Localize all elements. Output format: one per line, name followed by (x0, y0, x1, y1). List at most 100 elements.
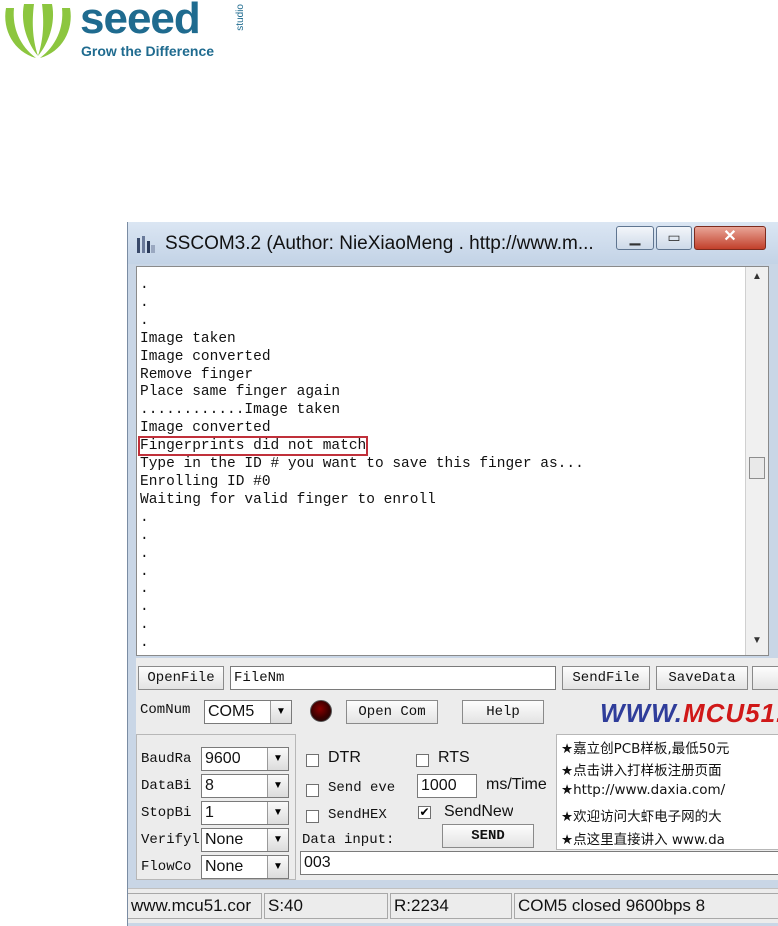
seeed-logo: seeed studio Grow the Difference (0, 0, 260, 64)
output-line: . (140, 294, 149, 311)
status-url[interactable]: www.mcu51.cor (128, 893, 262, 919)
scroll-thumb[interactable] (749, 457, 765, 479)
baud-label: BaudRa (141, 751, 192, 767)
flow-select[interactable]: None ▼ (201, 855, 289, 879)
verify-value: None (205, 831, 244, 848)
openfile-button[interactable]: OpenFile (138, 666, 224, 690)
filename-input[interactable]: FileNm (230, 666, 556, 690)
comnum-label: ComNum (140, 702, 191, 718)
baud-select[interactable]: 9600 ▼ (201, 747, 289, 771)
flow-label: FlowCo (141, 859, 192, 875)
ad-link[interactable]: ★点这里直接讲入 www.da (561, 828, 725, 848)
output-line: Type in the ID # you want to save this f… (140, 456, 584, 473)
logo-tagline: Grow the Difference (81, 43, 215, 59)
data-input-field[interactable]: 003 (300, 851, 778, 875)
output-line: . (140, 545, 149, 562)
ms-per-time-label: ms/Time (486, 776, 547, 793)
ad-link[interactable]: ★http://www.daxia.com/ (561, 782, 725, 798)
verify-label: Verifyl (141, 832, 200, 848)
chevron-down-icon[interactable]: ▼ (270, 701, 291, 723)
dtr-checkbox[interactable] (306, 754, 319, 767)
close-icon: ✕ (723, 228, 737, 245)
sendhex-label: SendHEX (328, 807, 387, 823)
chevron-down-icon[interactable]: ▼ (267, 856, 288, 878)
status-received-count: R:2234 (390, 893, 512, 919)
sendfile-button[interactable]: SendFile (562, 666, 650, 690)
port-status-led-icon (310, 700, 332, 722)
output-line: Image converted (140, 348, 271, 365)
app-icon (137, 236, 155, 253)
chevron-down-icon[interactable]: ▼ (267, 802, 288, 824)
output-line: . (140, 581, 149, 598)
output-line: ............Image taken (140, 402, 341, 419)
output-line: Fingerprints did not match (137, 436, 584, 457)
help-button[interactable]: Help (462, 700, 544, 724)
comnum-value: COM5 (208, 703, 255, 720)
flow-value: None (205, 858, 244, 875)
output-line: Waiting for valid finger to enroll (140, 491, 436, 508)
logo-studio-text: studio (235, 4, 246, 31)
scroll-up-icon[interactable]: ▲ (746, 271, 768, 289)
send-button[interactable]: SEND (442, 824, 534, 848)
chevron-down-icon[interactable]: ▼ (267, 748, 288, 770)
output-line: . (140, 312, 149, 329)
output-line: . (140, 277, 149, 293)
status-bar: www.mcu51.cor S:40 R:2234 COM5 closed 96… (128, 888, 778, 923)
sendnew-checkbox[interactable]: ✔ (418, 806, 431, 819)
ad-link[interactable]: ★点击讲入打样板注册页面 (561, 759, 722, 779)
mcu51-banner[interactable]: WWW.MCU51. (600, 698, 778, 729)
banner-mcu: MCU51. (682, 698, 778, 728)
verify-select[interactable]: None ▼ (201, 828, 289, 852)
scroll-down-icon[interactable]: ▼ (746, 635, 768, 653)
extra-button[interactable] (752, 666, 778, 690)
stopbits-select[interactable]: 1 ▼ (201, 801, 289, 825)
send-every-checkbox[interactable] (306, 784, 319, 797)
title-bar[interactable]: SSCOM3.2 (Author: NieXiaoMeng . http://w… (128, 222, 778, 264)
output-line: Place same finger again (140, 384, 341, 401)
ad-link[interactable]: ★欢迎访问大虾电子网的大 (561, 805, 722, 825)
output-scrollbar[interactable]: ▲ ▼ (745, 267, 768, 655)
output-text: ... Image taken Image converted Remove fing… (137, 277, 584, 653)
ad-link[interactable]: ★嘉立创PCB样板,最低50元 (561, 737, 729, 757)
output-line: Enrolling ID #0 (140, 473, 271, 490)
logo-wordmark: seeed (80, 0, 201, 43)
maximize-icon: ▭ (667, 229, 681, 245)
ad-links-panel: ★嘉立创PCB样板,最低50元 ★点击讲入打样板注册页面 ★http://www… (556, 734, 778, 850)
send-interval-input[interactable]: 1000 (417, 774, 477, 798)
stopbits-label: StopBi (141, 805, 192, 821)
baud-value: 9600 (205, 750, 241, 767)
comnum-select[interactable]: COM5 ▼ (204, 700, 292, 724)
chevron-down-icon[interactable]: ▼ (267, 829, 288, 851)
stopbits-value: 1 (205, 804, 214, 821)
window-title: SSCOM3.2 (Author: NieXiaoMeng . http://w… (165, 233, 594, 254)
receive-output-area[interactable]: ... Image taken Image converted Remove fing… (136, 266, 769, 656)
rts-label: RTS (438, 749, 470, 766)
check-icon: ✔ (419, 805, 430, 819)
status-sent-count: S:40 (264, 893, 388, 919)
sscom-window: SSCOM3.2 (Author: NieXiaoMeng . http://w… (127, 222, 778, 926)
minimize-button[interactable]: ▁ (616, 226, 654, 250)
status-port-state: COM5 closed 9600bps 8 (514, 893, 778, 919)
sendhex-checkbox[interactable] (306, 810, 319, 823)
savedata-button[interactable]: SaveData (656, 666, 748, 690)
control-panel: OpenFile FileNm SendFile SaveData ComNum… (136, 658, 778, 880)
maximize-button[interactable]: ▭ (656, 226, 692, 250)
open-com-button[interactable]: Open Com (346, 700, 438, 724)
databits-select[interactable]: 8 ▼ (201, 774, 289, 798)
close-button[interactable]: ✕ (694, 226, 766, 250)
output-line: . (140, 617, 149, 634)
rts-checkbox[interactable] (416, 754, 429, 767)
output-line: . (140, 635, 149, 652)
serial-settings-group: BaudRa 9600 ▼ DataBi 8 ▼ StopBi 1 ▼ Veri… (136, 734, 296, 880)
highlighted-message: Fingerprints did not match (137, 436, 369, 457)
seeed-leaf-icon (5, 4, 71, 58)
dtr-label: DTR (328, 749, 361, 766)
output-line: Remove finger (140, 366, 254, 383)
sendnew-label: SendNew (444, 803, 514, 820)
output-line: Image taken (140, 330, 236, 347)
databits-label: DataBi (141, 778, 192, 794)
output-line: . (140, 599, 149, 616)
chevron-down-icon[interactable]: ▼ (267, 775, 288, 797)
output-line: Image converted (140, 420, 271, 437)
output-line: . (140, 527, 149, 544)
